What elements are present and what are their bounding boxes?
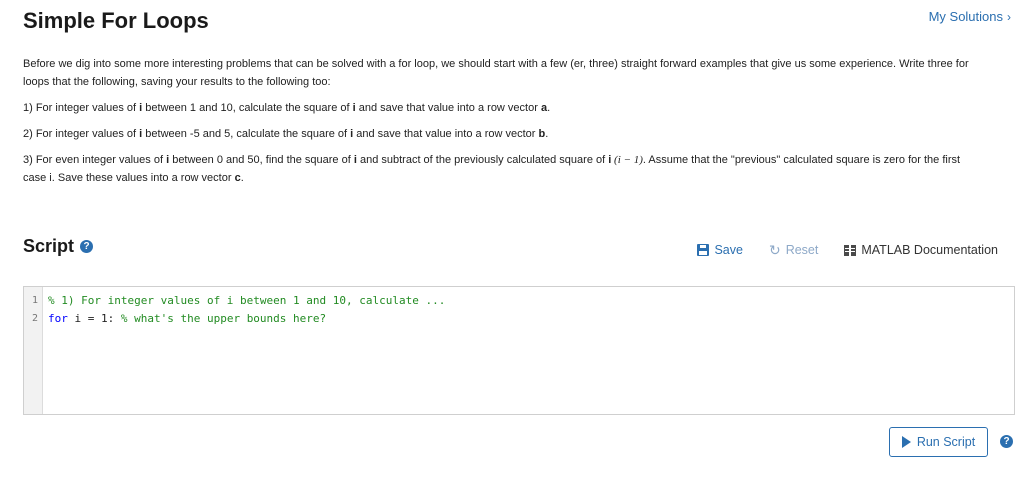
- line-number: 2: [31, 313, 38, 324]
- task-text: .: [545, 128, 549, 140]
- run-script-label: Run Script: [916, 435, 976, 449]
- task-text: .: [547, 102, 551, 114]
- task-text: 3) For even integer values of: [23, 154, 167, 166]
- help-icon[interactable]: ?: [1000, 435, 1013, 448]
- task-text: . Save these values into a row vector: [51, 172, 235, 184]
- task-text: and subtract of the previously calculate…: [356, 154, 609, 166]
- reset-label: Reset: [785, 243, 819, 257]
- script-title: Script: [23, 236, 75, 256]
- math-expression: (i − 1): [611, 154, 643, 166]
- reset-icon: ↻: [768, 242, 781, 258]
- code-line[interactable]: for i = 1: % what's the upper bounds her…: [48, 310, 1014, 328]
- task-text: between -5 and 5, calculate the square o…: [142, 128, 351, 140]
- task-text: between 1 and 10, calculate the square o…: [142, 102, 353, 114]
- task-text: .: [240, 172, 244, 184]
- docs-label: MATLAB Documentation: [861, 243, 998, 257]
- task-text: 2) For integer values of: [23, 128, 140, 140]
- code-comment: % 1) For integer values of i between 1 a…: [48, 294, 446, 307]
- task-text: between 0 and 50, find the square of: [169, 154, 354, 166]
- script-toolbar: Save ↻ Reset MATLAB Documentation: [697, 243, 998, 257]
- task-item-3: 3) For even integer values of i between …: [23, 151, 983, 187]
- run-script-button[interactable]: Run Script: [889, 427, 988, 457]
- play-icon: [901, 436, 911, 448]
- save-icon: [697, 244, 710, 256]
- my-solutions-label: My Solutions: [928, 9, 1003, 24]
- description-intro: Before we dig into some more interesting…: [23, 58, 969, 88]
- code-line[interactable]: % 1) For integer values of i between 1 a…: [48, 292, 1014, 310]
- code-editor[interactable]: 1 2 % 1) For integer values of i between…: [23, 286, 1015, 415]
- chevron-right-icon: ›: [1007, 9, 1011, 24]
- code-comment: % what's the upper bounds here?: [120, 312, 327, 325]
- task-text: and save that value into a row vector: [353, 128, 539, 140]
- task-text: 1) For integer values of: [23, 102, 140, 114]
- task-text: and save that value into a row vector: [355, 102, 541, 114]
- save-button[interactable]: Save: [697, 243, 743, 257]
- page-title: Simple For Loops: [23, 8, 209, 33]
- task-item-2: 2) For integer values of i between -5 an…: [23, 125, 983, 143]
- code-text: i = 1:: [67, 312, 121, 325]
- help-icon[interactable]: ?: [80, 240, 94, 253]
- save-label: Save: [714, 243, 743, 257]
- my-solutions-link[interactable]: My Solutions ›: [929, 9, 1011, 24]
- reset-button[interactable]: ↻ Reset: [769, 243, 818, 257]
- line-number-gutter: 1 2: [24, 287, 43, 414]
- book-icon: [844, 244, 857, 256]
- task-item-1: 1) For integer values of i between 1 and…: [23, 99, 983, 117]
- code-keyword: for: [48, 312, 68, 325]
- code-area[interactable]: % 1) For integer values of i between 1 a…: [43, 287, 1014, 414]
- script-section-title: Script ?: [23, 236, 94, 257]
- line-number: 1: [31, 295, 38, 306]
- problem-description: Before we dig into some more interesting…: [23, 55, 983, 195]
- matlab-documentation-link[interactable]: MATLAB Documentation: [844, 243, 998, 257]
